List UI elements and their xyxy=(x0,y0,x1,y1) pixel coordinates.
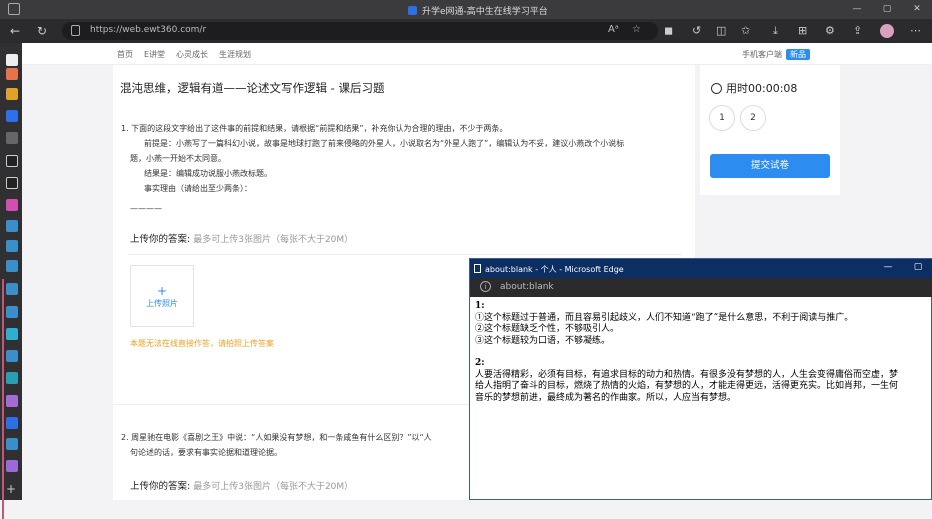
divider xyxy=(128,254,682,255)
answer-upload-label-2: 上传你的答案: 最多可上传3张图片（每张不大于20M） xyxy=(130,481,354,492)
page-title: 混沌思维，逻辑有道——论述文写作逻辑 - 课后习题 xyxy=(120,81,385,95)
submit-exam-button[interactable]: 提交试卷 xyxy=(710,154,830,178)
answer-1-line: ②这个标题缺乏个性，不够吸引人。 xyxy=(475,324,620,334)
answer-2-line: 人要活得精彩，必须有目标，有追求目标的动力和热情。有很多没有梦想的人，人生会变得… xyxy=(475,369,899,380)
page-icon xyxy=(474,264,481,273)
address-bar: ← ↻ https://web.ewt360.com/r Aᵃ ☆ ◼ ↺ ◫ … xyxy=(0,19,932,43)
clock-icon xyxy=(711,82,722,94)
nav-mind-growth[interactable]: 心灵成长 xyxy=(176,49,208,60)
question-nav-1[interactable]: 1 xyxy=(709,105,735,131)
answer-1-line: ③这个标题较为口语，不够凝练。 xyxy=(475,335,611,346)
tab-group-indicator xyxy=(2,279,4,519)
profile-avatar[interactable] xyxy=(880,24,894,38)
nav-e-lecture[interactable]: E讲堂 xyxy=(144,49,165,60)
popup-content: 1: ①这个标题过于普通，而且容易引起歧义，人们不知道“跑了”是什么意思，不利于… xyxy=(475,301,930,404)
plus-icon: + xyxy=(156,284,168,298)
more-menu-icon[interactable]: ⋯ xyxy=(910,23,921,39)
popup-window-controls: — ▢ xyxy=(873,262,932,272)
question-1-premise-cont: 题，小燕一开始不太同意。 xyxy=(130,154,226,163)
tab-icon[interactable] xyxy=(6,68,18,80)
answer-blank-line: ———— xyxy=(130,204,162,213)
popup-maximize-button[interactable]: ▢ xyxy=(903,262,932,272)
split-screen-icon[interactable]: ◫ xyxy=(716,23,726,39)
window-controls: — ▢ ✕ xyxy=(842,0,932,19)
answer-upload-hint: 最多可上传3张图片（每张不大于20M） xyxy=(193,235,354,245)
nav-career-planning[interactable]: 生涯规划 xyxy=(219,49,251,60)
lock-icon xyxy=(71,25,80,36)
nav-home[interactable]: 首页 xyxy=(117,49,133,60)
question-2-prompt: 2. 周星驰在电影《喜剧之王》中说：“人如果没有梦想，和一条咸鱼有什么区别？”以… xyxy=(121,433,432,442)
answer-upload-label: 上传你的答案: 最多可上传3张图片（每张不大于20M） xyxy=(130,234,354,245)
upload-photo-label: 上传照片 xyxy=(146,299,178,308)
extensions-puzzle-icon[interactable]: ⚙ xyxy=(825,23,835,39)
maximize-button[interactable]: ▢ xyxy=(872,0,902,19)
favorite-star-icon[interactable]: ☆ xyxy=(632,24,641,35)
tab-icon[interactable] xyxy=(6,220,18,232)
question-2-prompt-cont: 句论述的话，要求有事实论据和道理论据。 xyxy=(130,448,282,457)
collections-icon[interactable]: ⊞ xyxy=(798,23,807,39)
popup-title: about:blank - 个人 - Microsoft Edge xyxy=(485,265,624,274)
question-1-result: 结果是：编辑成功说服小燕改标题。 xyxy=(144,169,272,178)
window-title: 升学e网通-高中生在线学习平台 xyxy=(408,4,548,17)
question-1-prompt: 1. 下面的这段文字给出了这件事的前提和结果，请根据“前提和结果”，补充你认为合… xyxy=(121,124,508,133)
answer-2-line: 音乐的梦想前进，最终成为著名的作曲家。所以，人应当有梦想。 xyxy=(475,392,737,403)
timer: 用时00:00:08 xyxy=(711,80,797,96)
favorites-icon[interactable]: ✩ xyxy=(741,23,750,39)
answer-1-line: ①这个标题过于普通，而且容易引起歧义，人们不知道“跑了”是什么意思，不利于阅读与… xyxy=(475,312,854,323)
new-tab-plus-icon[interactable]: + xyxy=(6,482,16,496)
site-favicon-icon xyxy=(408,6,417,15)
question-1-reasons-label: 事实理由（请给出至少两条）： xyxy=(144,184,252,193)
tab-icon[interactable] xyxy=(6,88,18,100)
url-text: https://web.ewt360.com/r xyxy=(90,25,207,35)
download-icon[interactable]: ⤓ xyxy=(773,23,778,39)
tab-icon[interactable] xyxy=(6,350,18,362)
upload-photo-button[interactable]: + 上传照片 xyxy=(130,265,194,327)
popup-window: about:blank - 个人 - Microsoft Edge — ▢ i … xyxy=(469,258,932,500)
back-arrow-icon[interactable]: ← xyxy=(10,23,20,39)
tab-icon[interactable] xyxy=(6,155,18,167)
tab-icon[interactable] xyxy=(6,328,18,340)
tab-icon[interactable] xyxy=(6,306,18,318)
question-1-premise: 前提是：小燕写了一篇科幻小说，故事是地球打跑了前来侵略的外星人，小说取名为“外星… xyxy=(144,139,625,148)
tab-icon[interactable] xyxy=(6,438,18,450)
popup-address-bar[interactable]: i about:blank xyxy=(470,278,932,297)
minimize-button[interactable]: — xyxy=(842,0,872,19)
answer-2-heading: 2: xyxy=(475,358,485,368)
mobile-client-link[interactable]: 手机客户端 xyxy=(742,49,782,60)
extension-icon[interactable]: ◼ xyxy=(664,23,673,39)
tab-icon[interactable] xyxy=(6,110,18,122)
workspaces-icon[interactable] xyxy=(8,3,20,15)
share-icon[interactable]: ⇪ xyxy=(853,23,862,39)
tab-icon[interactable] xyxy=(6,240,18,252)
answer-1-heading: 1: xyxy=(475,301,485,311)
tab-icon[interactable] xyxy=(6,283,18,295)
tab-icon[interactable] xyxy=(6,177,18,189)
tab-icon[interactable] xyxy=(6,460,18,472)
popup-minimize-button[interactable]: — xyxy=(873,262,903,272)
site-nav: 首页 E讲堂 心灵成长 生涯规划 手机客户端 新品 xyxy=(22,43,932,65)
tab-icon[interactable] xyxy=(6,417,18,429)
refresh-icon[interactable]: ↻ xyxy=(37,23,47,39)
close-button[interactable]: ✕ xyxy=(902,0,932,19)
answer-2-line: 给人指明了奋斗的目标，燃烧了热情的火焰，有梦想的人，才能走得更远，活得更充实。比… xyxy=(475,381,899,391)
tab-icon[interactable] xyxy=(6,395,18,407)
popup-titlebar: about:blank - 个人 - Microsoft Edge — ▢ xyxy=(470,259,932,278)
tab-icon[interactable] xyxy=(6,260,18,272)
info-icon[interactable]: i xyxy=(480,281,491,292)
refresh-extension-icon[interactable]: ↺ xyxy=(692,23,701,39)
popup-url: about:blank xyxy=(500,282,554,292)
read-aloud-icon[interactable]: Aᵃ xyxy=(608,24,619,35)
answer-upload-hint-2: 最多可上传3张图片（每张不大于20M） xyxy=(193,482,354,492)
upload-warning: 本题无法在线直接作答，请拍照上传答案 xyxy=(130,339,274,348)
question-nav-2[interactable]: 2 xyxy=(740,105,766,131)
url-field[interactable]: https://web.ewt360.com/r Aᵃ ☆ xyxy=(62,22,658,40)
tab-icon[interactable] xyxy=(6,372,18,384)
new-badge: 新品 xyxy=(786,49,810,60)
timer-text: 用时00:00:08 xyxy=(726,82,798,95)
tab-icon[interactable] xyxy=(6,132,18,144)
tab-icon[interactable] xyxy=(6,54,18,66)
tab-icon[interactable] xyxy=(6,199,18,211)
browser-titlebar: 升学e网通-高中生在线学习平台 — ▢ ✕ xyxy=(0,0,932,19)
